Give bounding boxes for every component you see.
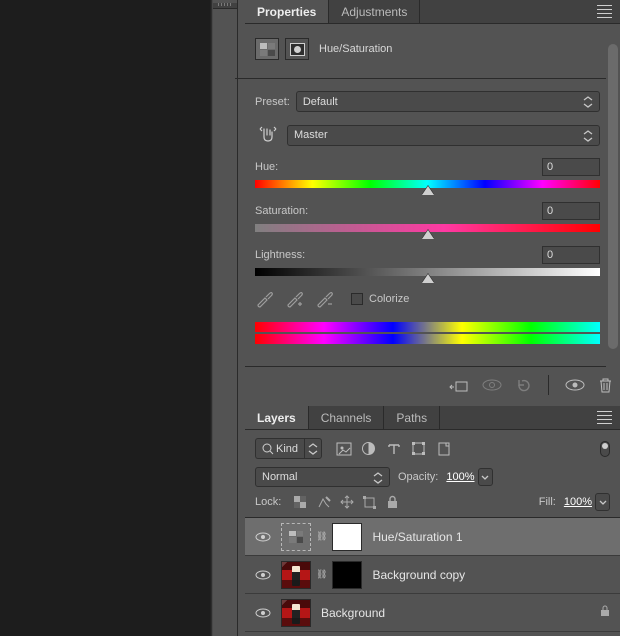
image-thumb[interactable] (281, 599, 311, 627)
tab-channels[interactable]: Channels (309, 406, 385, 429)
blend-mode-value: Normal (262, 471, 297, 483)
preset-label: Preset: (255, 96, 290, 108)
layer-name[interactable]: Background (321, 606, 385, 620)
opacity-label: Opacity: (398, 471, 438, 483)
saturation-input[interactable]: 0 (542, 202, 600, 220)
reset-icon[interactable] (516, 378, 532, 392)
clip-to-layer-icon[interactable] (450, 378, 468, 392)
hue-label: Hue: (255, 161, 278, 173)
layer-row[interactable]: Background (245, 594, 620, 632)
chevron-down-icon (373, 472, 383, 484)
eyedropper-icon[interactable] (255, 290, 273, 308)
filter-toggle[interactable] (600, 441, 610, 457)
layer-name[interactable]: Background copy (372, 568, 465, 582)
link-icon[interactable]: ⛓ (316, 569, 327, 580)
chevron-down-icon (583, 96, 593, 108)
mask-icon-button[interactable] (285, 38, 309, 60)
visibility-icon[interactable] (255, 567, 271, 583)
trash-icon[interactable] (599, 378, 612, 393)
eyedropper-subtract-icon[interactable] (315, 290, 333, 308)
adjustment-type-icon[interactable] (255, 38, 279, 60)
visibility-icon[interactable] (565, 379, 585, 391)
lock-label: Lock: (255, 496, 281, 508)
blend-mode-select[interactable]: Normal (255, 467, 390, 487)
filter-smart-icon[interactable] (436, 441, 451, 456)
filter-label: Kind (276, 443, 298, 455)
lock-position-icon[interactable] (339, 495, 354, 510)
link-icon[interactable]: ⛓ (316, 531, 327, 542)
lock-artboard-icon[interactable] (362, 495, 377, 510)
filter-shape-icon[interactable] (411, 441, 426, 456)
chevron-down-icon (583, 130, 593, 142)
panel-menu-icon[interactable] (597, 5, 612, 18)
filter-adjustment-icon[interactable] (361, 441, 376, 456)
properties-tabs: Properties Adjustments (245, 0, 620, 24)
adjustment-title: Hue/Saturation (319, 43, 392, 55)
layer-row[interactable]: ⛓ Background copy (245, 556, 620, 594)
filter-pixel-icon[interactable] (336, 441, 351, 456)
properties-footer (245, 366, 620, 403)
layer-name[interactable]: Hue/Saturation 1 (372, 530, 462, 544)
layers-tabs: Layers Channels Paths (245, 406, 620, 430)
tab-properties[interactable]: Properties (245, 0, 329, 23)
lightness-input[interactable]: 0 (542, 246, 600, 264)
opacity-dropdown[interactable] (478, 468, 493, 486)
tab-adjustments[interactable]: Adjustments (329, 0, 420, 23)
mask-thumb[interactable] (332, 561, 362, 589)
colorize-checkbox[interactable] (351, 293, 363, 305)
slider-thumb-icon[interactable] (422, 274, 434, 283)
visibility-icon[interactable] (255, 605, 271, 621)
layer-list: ⛓ Hue/Saturation 1 ⛓ Background copy (245, 517, 620, 632)
fill-dropdown[interactable] (595, 493, 610, 511)
fill-value[interactable]: 100% (564, 496, 592, 508)
mask-thumb[interactable] (332, 523, 362, 551)
slider-thumb-icon[interactable] (422, 186, 434, 195)
saturation-slider[interactable] (255, 224, 600, 232)
eyedropper-add-icon[interactable] (285, 290, 303, 308)
lock-transparent-icon[interactable] (293, 495, 308, 510)
layer-row[interactable]: ⛓ Hue/Saturation 1 (245, 518, 620, 556)
panel-collapse-strip[interactable] (213, 0, 238, 636)
lightness-label: Lightness: (255, 249, 305, 261)
saturation-label: Saturation: (255, 205, 308, 217)
targeted-adjustment-icon[interactable] (255, 122, 281, 148)
filter-type-icon[interactable] (386, 441, 401, 456)
lock-image-icon[interactable] (316, 495, 331, 510)
preset-select[interactable]: Default (296, 91, 600, 112)
channel-value: Master (294, 129, 328, 141)
channel-select[interactable]: Master (287, 125, 600, 146)
colorize-label: Colorize (369, 293, 409, 305)
tab-layers[interactable]: Layers (245, 406, 309, 429)
canvas-area (0, 0, 210, 636)
tab-paths[interactable]: Paths (384, 406, 440, 429)
adjustment-thumb-icon[interactable] (281, 523, 311, 551)
hue-input[interactable]: 0 (542, 158, 600, 176)
opacity-value[interactable]: 100% (446, 471, 474, 483)
slider-thumb-icon[interactable] (422, 230, 434, 239)
lightness-slider[interactable] (255, 268, 600, 276)
fill-label: Fill: (539, 496, 556, 508)
lock-icon (600, 605, 610, 620)
preset-value: Default (303, 96, 338, 108)
hue-range-bars[interactable] (255, 322, 600, 344)
view-previous-icon[interactable] (482, 379, 502, 391)
hue-slider[interactable] (255, 180, 600, 188)
visibility-icon[interactable] (255, 529, 271, 545)
panel-menu-icon[interactable] (597, 411, 612, 424)
lock-all-icon[interactable] (385, 495, 400, 510)
layer-filter-select[interactable]: Kind (255, 438, 322, 459)
image-thumb[interactable] (281, 561, 311, 589)
